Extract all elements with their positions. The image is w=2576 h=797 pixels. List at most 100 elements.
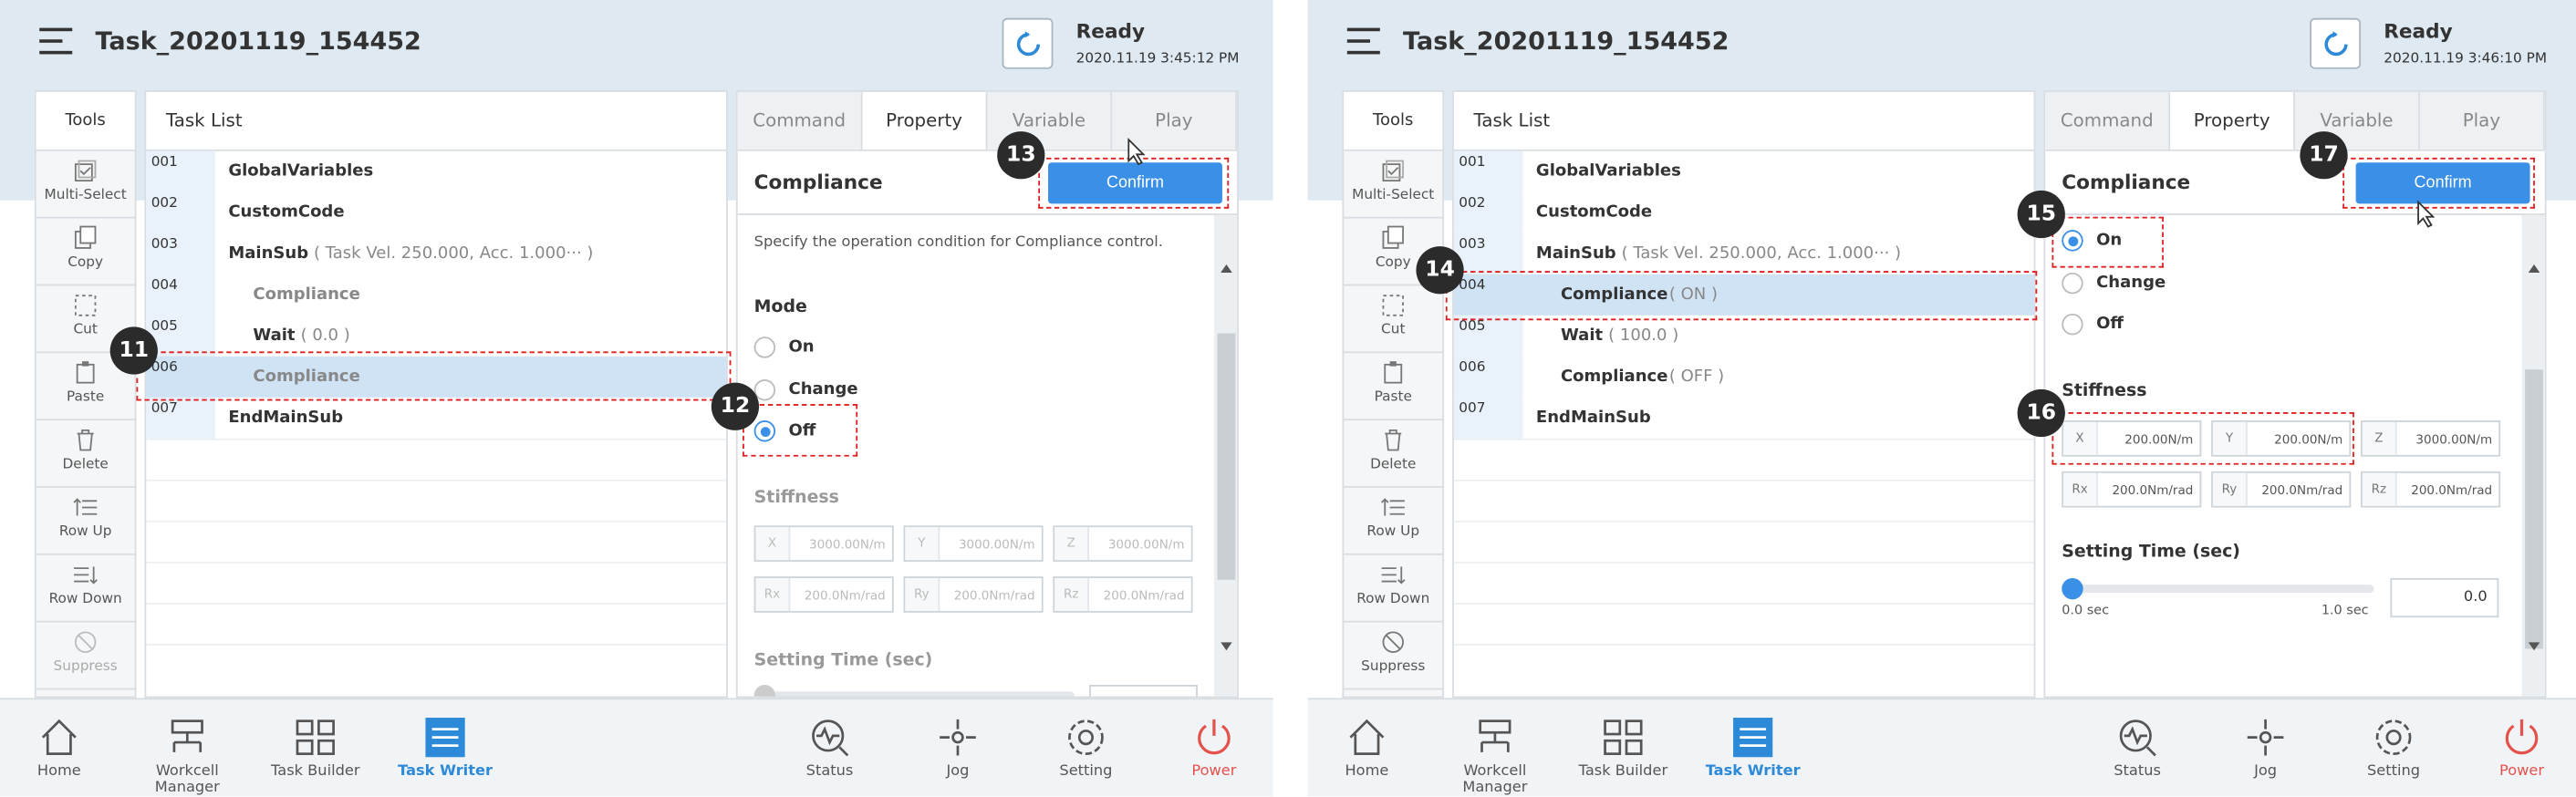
setting-time-slider[interactable] [2062,577,2374,600]
task-row[interactable]: 006 Compliance( OFF ) [1453,356,2034,398]
stiffness-z-field[interactable]: Z 3000.00N/m [2361,420,2501,457]
field-value: 200.0Nm/rad [1103,587,1185,603]
tool-label: Cut [1381,321,1406,339]
row-down-button[interactable]: Row Down [1344,555,1443,623]
task-row[interactable]: 007 EndMainSub [1453,397,2034,439]
nav-workcell-manager[interactable]: Workcell Manager [121,716,253,796]
task-row[interactable]: 002 CustomCode [1453,191,2034,233]
task-row[interactable]: 005 Wait( 100.0 ) [1453,315,2034,357]
setting-time-slider[interactable] [753,685,1075,697]
tab-property[interactable]: Property [2170,91,2295,150]
empty-row [1453,602,2034,644]
highlight-box [2051,412,2354,465]
paste-button[interactable]: Paste [1344,353,1443,421]
property-scrollbar[interactable] [2521,214,2545,697]
mouse-cursor-icon [1127,138,1146,166]
stiffness-z-field[interactable]: Z 3000.00N/m [1053,525,1193,562]
task-row[interactable]: 002 CustomCode [146,191,726,233]
step-badge: 14 [1416,246,1464,295]
nav-task-writer[interactable]: Task Writer [1688,716,1819,780]
task-row[interactable]: 003 MainSub( Task Vel. 250.000, Acc. 1.00… [146,233,726,274]
scroll-down-icon[interactable] [2528,642,2540,651]
task-writer-icon [1733,718,1773,758]
stiffness-y-field[interactable]: Y 3000.00N/m [903,525,1044,562]
row-number: 004 [146,274,215,316]
mode-off-radio[interactable]: Off [2062,313,2124,340]
stiffness-rx-field[interactable]: Rx 200.0Nm/rad [2062,471,2202,508]
setting-time-input[interactable]: 0.0 [2390,577,2499,618]
suppress-button[interactable]: Suppress [36,623,135,690]
property-title: Compliance [2062,171,2191,194]
step-badge: 16 [2017,388,2065,438]
nav-jog[interactable]: Jog [892,716,1023,780]
nav-home[interactable]: Home [0,716,125,780]
nav-task-builder[interactable]: Task Builder [250,716,381,780]
row-up-button[interactable]: Row Up [1344,488,1443,555]
task-row[interactable]: 001 GlobalVariables [146,150,726,192]
suppress-button[interactable]: Suppress [1344,623,1443,690]
nav-workcell-manager[interactable]: Workcell Manager [1429,716,1561,796]
setting-time-label: Setting Time (sec) [2062,542,2240,562]
scroll-up-icon[interactable] [2528,264,2540,273]
scroll-up-icon[interactable] [1220,264,1232,273]
property-scrollbar[interactable] [1213,214,1238,697]
field-value: 3000.00N/m [958,536,1035,553]
empty-row [146,438,727,480]
tool-label: Multi-Select [44,187,127,204]
copy-button[interactable]: Copy [36,219,135,286]
stiffness-x-field[interactable]: X 3000.00N/m [753,525,894,562]
refresh-status-icon[interactable] [1002,17,1054,69]
multi-select-button[interactable]: Multi-Select [1344,151,1443,219]
nav-label: Task Writer [398,763,493,781]
slider-knob[interactable] [753,685,776,697]
tab-play[interactable]: Play [2419,91,2545,150]
multi-select-icon [1382,160,1404,182]
screen-after: Task_20201119_154452 Ready 2020.11.19 3:… [1307,0,2576,797]
row-down-button[interactable]: Row Down [36,555,135,623]
scrollbar-thumb[interactable] [1217,333,1236,580]
nav-home[interactable]: Home [1308,716,1433,780]
refresh-status-icon[interactable] [2310,17,2362,69]
stiffness-rz-field[interactable]: Rz 200.0Nm/rad [1053,576,1193,613]
hamburger-menu-icon[interactable] [39,27,73,57]
row-up-button[interactable]: Row Up [36,488,135,555]
slider-max-label: 1.0 sec [2321,602,2369,618]
stiffness-ry-field[interactable]: Ry 200.0Nm/rad [903,576,1044,613]
slider-knob[interactable] [2062,577,2083,600]
delete-button[interactable]: Delete [1344,420,1443,488]
task-row[interactable]: 005 Wait( 0.0 ) [146,315,726,357]
tab-command[interactable]: Command [737,91,863,150]
empty-row [146,561,727,603]
nav-jog[interactable]: Jog [2200,716,2332,780]
stiffness-rz-field[interactable]: Rz 200.0Nm/rad [2361,471,2501,508]
nav-setting[interactable]: Setting [1020,716,1151,780]
stiffness-rx-field[interactable]: Rx 200.0Nm/rad [753,576,894,613]
row-text: GlobalVariables [1535,162,1681,181]
stiffness-ry-field[interactable]: Ry 200.0Nm/rad [2211,471,2352,508]
task-row[interactable]: 003 MainSub( Task Vel. 250.000, Acc. 1.00… [1453,233,2034,274]
hamburger-menu-icon[interactable] [1346,27,1380,57]
scroll-down-icon[interactable] [1220,642,1232,651]
tab-property[interactable]: Property [862,91,988,150]
multi-select-button[interactable]: Multi-Select [36,151,135,219]
nav-task-builder[interactable]: Task Builder [1557,716,1688,780]
mode-on-radio[interactable]: On [753,336,815,363]
tools-header: Tools [1344,91,1443,151]
mode-change-radio[interactable]: Change [2062,272,2166,299]
task-row[interactable]: 001 GlobalVariables [1453,150,2034,192]
task-row[interactable]: 004 Compliance [146,274,726,316]
nav-task-writer[interactable]: Task Writer [379,716,511,780]
tab-command[interactable]: Command [2045,91,2171,150]
nav-power[interactable]: Power [1148,716,1273,780]
mode-change-radio[interactable]: Change [753,379,858,406]
nav-status[interactable]: Status [2072,716,2203,780]
highlight-box [743,404,858,457]
delete-button[interactable]: Delete [36,420,135,488]
nav-setting[interactable]: Setting [2328,716,2459,780]
task-row[interactable]: 007 EndMainSub [146,397,726,439]
cut-button[interactable]: Cut [1344,285,1443,354]
nav-power[interactable]: Power [2456,716,2576,780]
scrollbar-thumb[interactable] [2525,369,2543,649]
nav-status[interactable]: Status [763,716,895,780]
setting-time-input[interactable] [1089,685,1198,697]
